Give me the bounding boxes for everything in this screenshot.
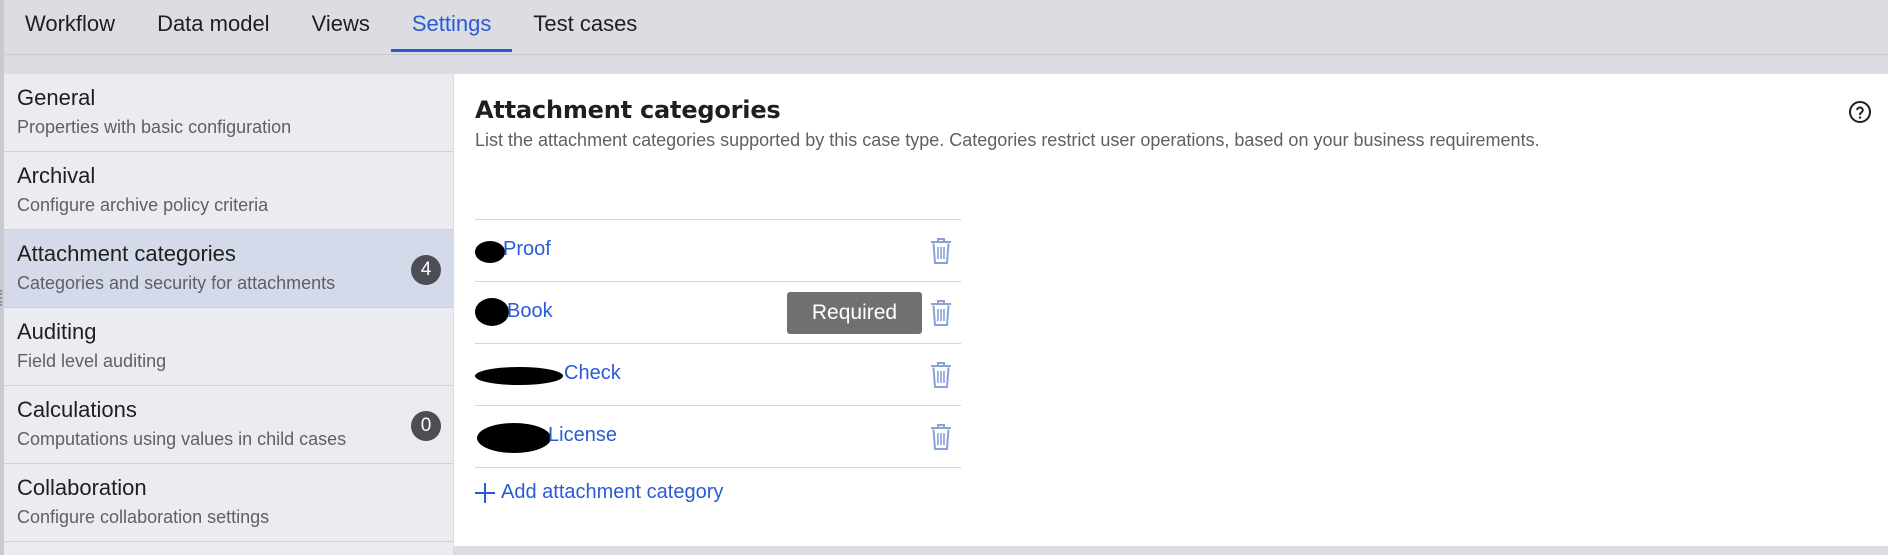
nav-item-title: Calculations — [17, 397, 137, 422]
count-badge: 4 — [411, 255, 441, 285]
add-attachment-category-button[interactable]: Add attachment category — [475, 481, 723, 504]
sidebar-item-collaboration[interactable]: Collaboration Configure collaboration se… — [4, 464, 453, 542]
list-item: Book Required — [475, 282, 961, 344]
help-circle-icon[interactable] — [1848, 100, 1872, 124]
nav-item-title: General — [17, 85, 96, 110]
page-description: List the attachment categories supported… — [475, 130, 1540, 150]
category-link[interactable]: Book — [507, 300, 553, 323]
required-badge: Required — [787, 292, 922, 334]
sidebar-item-archival[interactable]: Archival Configure archive policy criter… — [4, 152, 453, 230]
tab-views[interactable]: Views — [291, 0, 391, 54]
nav-item-title: Auditing — [17, 319, 97, 344]
trash-icon[interactable] — [930, 423, 952, 451]
nav-item-description: Field level auditing — [17, 351, 167, 371]
trash-icon[interactable] — [930, 361, 952, 389]
sidebar-item-calculations[interactable]: Calculations Computations using values i… — [4, 386, 453, 464]
tab-workflow[interactable]: Workflow — [4, 0, 136, 54]
attachment-categories-panel: Attachment categories List the attachmen… — [454, 74, 1888, 546]
redaction-mark — [475, 241, 505, 263]
plus-icon — [475, 482, 495, 503]
page-title: Attachment categories — [475, 96, 781, 124]
category-link[interactable]: Check — [564, 362, 621, 385]
nav-item-description: Categories and security for attachments — [17, 273, 336, 293]
nav-item-title: Archival — [17, 163, 96, 188]
category-link[interactable]: License — [548, 424, 617, 447]
top-tab-bar: Workflow Data model Views Settings Test … — [4, 0, 1888, 55]
bottom-divider — [454, 546, 1888, 555]
nav-item-description: Properties with basic configuration — [17, 117, 292, 137]
tab-settings[interactable]: Settings — [390, 0, 513, 54]
list-item: License — [475, 406, 961, 468]
attachment-category-list: Proof Book Required Check License — [475, 219, 961, 468]
trash-icon[interactable] — [930, 237, 952, 265]
sidebar-item-general[interactable]: General Properties with basic configurat… — [4, 74, 453, 152]
tab-test-cases[interactable]: Test cases — [512, 0, 658, 54]
count-badge: 0 — [411, 411, 441, 441]
redaction-mark — [475, 367, 563, 385]
category-link[interactable]: Proof — [503, 238, 551, 261]
nav-item-description: Computations using values in child cases — [17, 429, 347, 449]
trash-icon[interactable] — [930, 299, 952, 327]
add-attachment-category-label: Add attachment category — [501, 481, 724, 503]
nav-item-description: Configure archive policy criteria — [17, 195, 269, 215]
sidebar-item-attachment-categories[interactable]: Attachment categories Categories and sec… — [4, 230, 453, 308]
redaction-mark — [475, 298, 509, 326]
list-item: Check — [475, 344, 961, 406]
nav-item-title: Attachment categories — [17, 241, 236, 266]
list-item: Proof — [475, 220, 961, 282]
nav-item-description: Configure collaboration settings — [17, 507, 270, 527]
tab-data-model[interactable]: Data model — [136, 0, 291, 54]
settings-nav: General Properties with basic configurat… — [4, 74, 453, 555]
redaction-mark — [477, 423, 551, 453]
sidebar-item-auditing[interactable]: Auditing Field level auditing — [4, 308, 453, 386]
nav-item-title: Collaboration — [17, 475, 147, 500]
